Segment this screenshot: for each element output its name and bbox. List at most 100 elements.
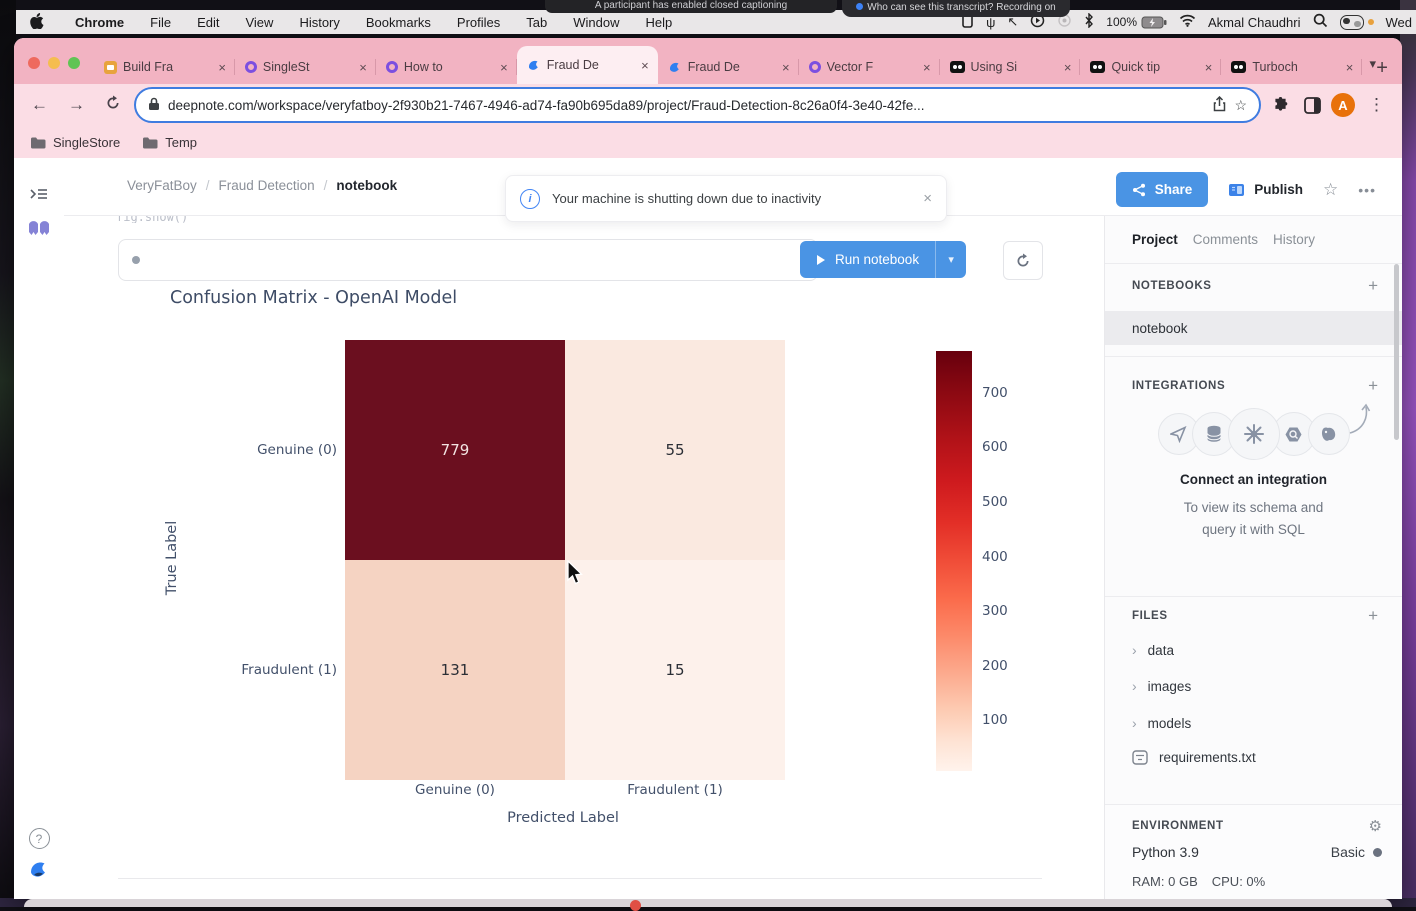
add-integration-button[interactable]: + <box>1368 376 1378 396</box>
breadcrumb-workspace[interactable]: VeryFatBoy <box>127 178 197 193</box>
panel-tab-comments[interactable]: Comments <box>1193 232 1258 247</box>
share-page-icon[interactable] <box>1213 96 1226 115</box>
menu-item-file[interactable]: File <box>150 15 171 30</box>
workspace-logo[interactable] <box>14 216 64 242</box>
bluetooth-icon[interactable] <box>1084 13 1094 31</box>
restart-machine-button[interactable] <box>1003 241 1043 280</box>
collapse-sidebar-icon[interactable] <box>14 186 64 202</box>
run-options-chevron-icon[interactable]: ▾ <box>935 241 966 278</box>
video-favicon <box>1090 61 1105 73</box>
tab-singlestore[interactable]: SingleSt× <box>235 50 376 84</box>
menu-item-bookmarks[interactable]: Bookmarks <box>366 15 431 30</box>
close-tab-icon[interactable]: × <box>215 60 229 75</box>
url-text[interactable]: deepnote.com/workspace/veryfatboy-2f930b… <box>168 98 1205 113</box>
tab-fraud-detection-2[interactable]: Fraud De× <box>658 50 799 84</box>
bookmark-folder-temp[interactable]: Temp <box>142 135 197 150</box>
deepnote-logo[interactable] <box>14 858 64 880</box>
side-panel-icon[interactable] <box>1299 97 1325 114</box>
panel-tab-project[interactable]: Project <box>1132 232 1178 247</box>
close-tab-icon[interactable]: × <box>1343 60 1357 75</box>
file-row-requirements[interactable]: requirements.txt <box>1132 750 1256 765</box>
spotlight-search-icon[interactable] <box>1313 13 1328 31</box>
tab-how-to[interactable]: How to× <box>376 50 517 84</box>
runtime-label[interactable]: Python 3.9 <box>1132 844 1199 860</box>
back-button[interactable]: ← <box>24 95 55 115</box>
zoom-window-button[interactable] <box>68 57 80 69</box>
menu-item-profiles[interactable]: Profiles <box>457 15 500 30</box>
colorbar-tick: 100 <box>982 712 1026 732</box>
chevron-right-icon[interactable]: › <box>1132 642 1137 658</box>
more-options-icon[interactable]: ••• <box>1358 182 1376 198</box>
breadcrumb-notebook[interactable]: notebook <box>336 178 397 193</box>
control-center-icon[interactable] <box>1340 15 1364 30</box>
folder-row-images[interactable]: ›images <box>1132 678 1191 694</box>
bookmark-star-icon[interactable]: ☆ <box>1234 97 1247 114</box>
menu-clock-day[interactable]: Wed <box>1386 15 1413 30</box>
panel-tab-history[interactable]: History <box>1273 232 1315 247</box>
breadcrumb-project[interactable]: Fraud Detection <box>219 178 315 193</box>
tab-quick-tip[interactable]: Quick tip× <box>1080 50 1221 84</box>
chevron-right-icon[interactable]: › <box>1132 715 1137 731</box>
machine-plan-label[interactable]: Basic <box>1331 844 1365 860</box>
background-window-edge <box>24 899 1392 907</box>
address-bar[interactable]: deepnote.com/workspace/veryfatboy-2f930b… <box>134 87 1261 123</box>
menu-item-tab[interactable]: Tab <box>526 15 547 30</box>
matrix-cell-fp: 55 <box>565 340 785 560</box>
tab-using-si[interactable]: Using Si× <box>940 50 1081 84</box>
bookmark-folder-singlestore[interactable]: SingleStore <box>30 135 120 150</box>
menu-user-name[interactable]: Akmal Chaudhri <box>1208 15 1301 30</box>
tab-fraud-detection-active[interactable]: Fraud De× <box>517 46 658 84</box>
share-button[interactable]: Share <box>1116 172 1209 207</box>
close-window-button[interactable] <box>28 57 40 69</box>
close-tab-icon[interactable]: × <box>356 60 370 75</box>
reload-button[interactable] <box>98 95 128 116</box>
apple-menu-icon[interactable] <box>30 13 44 32</box>
folder-row-data[interactable]: ›data <box>1132 642 1174 658</box>
bookmarks-bar: SingleStore Temp <box>14 126 1402 158</box>
chevron-right-icon[interactable]: › <box>1132 678 1137 694</box>
extensions-icon[interactable] <box>1267 97 1293 114</box>
tab-vector[interactable]: Vector F× <box>799 50 940 84</box>
browser-menu-kebab-icon[interactable]: ⋮ <box>1361 95 1392 115</box>
menu-item-edit[interactable]: Edit <box>197 15 219 30</box>
close-tab-icon[interactable]: × <box>1202 60 1216 75</box>
close-tab-icon[interactable]: × <box>1061 60 1075 75</box>
profile-avatar[interactable]: A <box>1331 93 1355 117</box>
close-tab-icon[interactable]: × <box>779 60 793 75</box>
menu-item-view[interactable]: View <box>245 15 273 30</box>
breadcrumb: VeryFatBoy / Fraud Detection / notebook <box>127 178 397 193</box>
forward-button[interactable]: → <box>61 95 92 115</box>
add-notebook-button[interactable]: + <box>1368 276 1378 296</box>
menu-item-chrome[interactable]: Chrome <box>75 15 124 30</box>
favorite-star-icon[interactable]: ☆ <box>1323 180 1338 200</box>
new-tab-button[interactable]: + <box>1362 57 1402 84</box>
menu-item-help[interactable]: Help <box>646 15 673 30</box>
add-file-button[interactable]: + <box>1368 606 1378 626</box>
environment-settings-gear-icon[interactable]: ⚙ <box>1369 817 1382 835</box>
toast-close-icon[interactable]: × <box>923 190 932 207</box>
panel-scrollbar[interactable] <box>1394 264 1399 440</box>
notebook-list-item-selected[interactable]: notebook <box>1105 311 1402 345</box>
tab-search-chevron-icon[interactable]: ▾ <box>1369 56 1376 72</box>
close-tab-icon[interactable]: × <box>920 60 934 75</box>
colorbar-tick: 600 <box>982 439 1026 459</box>
mic-in-use-dot <box>1368 19 1374 25</box>
minimize-window-button[interactable] <box>48 57 60 69</box>
publish-button[interactable]: Publish <box>1228 182 1303 197</box>
battery-indicator[interactable]: 100% <box>1106 15 1167 29</box>
menu-item-window[interactable]: Window <box>573 15 619 30</box>
menu-item-history[interactable]: History <box>299 15 339 30</box>
window-controls[interactable] <box>14 57 94 84</box>
tab-turboch[interactable]: Turboch× <box>1221 50 1362 84</box>
close-tab-icon[interactable]: × <box>638 58 652 73</box>
tab-build-fraud[interactable]: Build Fra× <box>94 50 235 84</box>
help-icon[interactable]: ? <box>14 828 64 849</box>
cpu-usage: CPU: 0% <box>1212 874 1265 889</box>
run-notebook-split-button[interactable]: Run notebook ▾ <box>800 241 966 278</box>
connect-integration-cta[interactable]: Connect an integration <box>1105 472 1402 487</box>
close-tab-icon[interactable]: × <box>497 60 511 75</box>
run-notebook-button[interactable]: Run notebook <box>800 241 935 278</box>
folder-row-models[interactable]: ›models <box>1132 715 1191 731</box>
wifi-icon[interactable] <box>1179 14 1196 30</box>
code-cell-collapsed[interactable] <box>118 239 818 281</box>
